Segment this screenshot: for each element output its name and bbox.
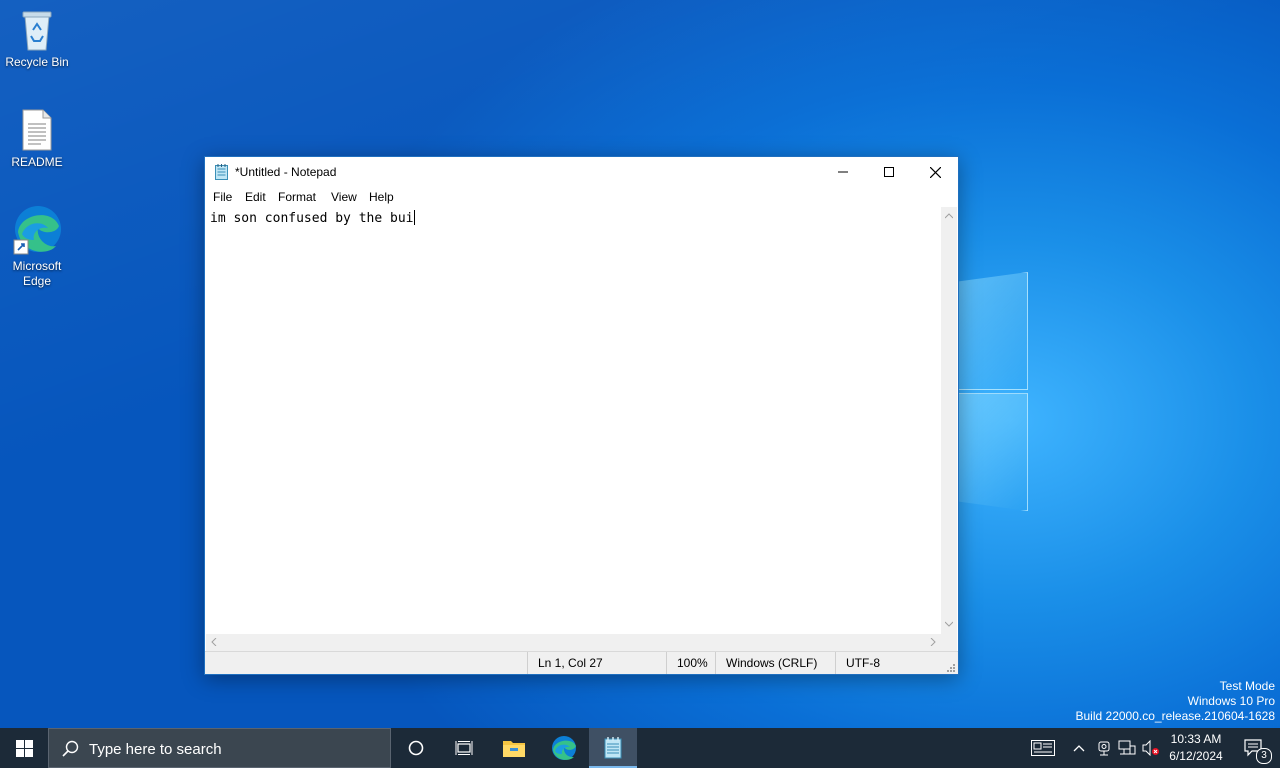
- chevron-up-icon: [1073, 745, 1085, 752]
- test-mode-watermark: Test Mode Windows 10 Pro Build 22000.co_…: [1076, 679, 1276, 724]
- clock-time: 10:33 AM: [1170, 732, 1222, 746]
- watermark-line-3: Build 22000.co_release.210604-1628: [1075, 709, 1276, 723]
- window-title: *Untitled - Notepad: [235, 165, 337, 179]
- scroll-up-arrow-icon[interactable]: [945, 213, 953, 219]
- notepad-taskbar-button[interactable]: [589, 728, 637, 768]
- close-button[interactable]: [912, 157, 958, 187]
- vertical-scrollbar[interactable]: [941, 207, 957, 634]
- status-bar: Ln 1, Col 27 100% Windows (CRLF) UTF-8: [205, 651, 958, 674]
- recycle-bin-icon: [22, 11, 52, 51]
- resize-grip-icon[interactable]: [945, 662, 955, 672]
- news-widget-button[interactable]: [1026, 728, 1060, 768]
- menu-help[interactable]: Help: [369, 190, 394, 204]
- menu-format[interactable]: Format: [278, 190, 316, 204]
- volume-muted-icon: [1142, 740, 1159, 756]
- search-placeholder: Type here to search: [89, 741, 222, 758]
- network-icon: [1118, 740, 1136, 755]
- taskbar-clock[interactable]: 10:33 AM 6/12/2024: [1164, 731, 1228, 765]
- show-hidden-icons-button[interactable]: [1068, 728, 1090, 768]
- minimize-button[interactable]: [820, 157, 866, 187]
- menu-edit[interactable]: Edit: [245, 190, 266, 204]
- scrollbar-corner: [941, 634, 957, 651]
- notepad-icon: [604, 737, 622, 759]
- search-icon: [62, 740, 79, 757]
- editor-content: im son confused by the bui: [210, 211, 414, 226]
- notification-count-badge: 3: [1256, 748, 1272, 764]
- scroll-down-arrow-icon[interactable]: [945, 621, 953, 627]
- news-icon: [1031, 740, 1055, 756]
- maximize-icon: [884, 167, 894, 177]
- notepad-window[interactable]: *Untitled - Notepad File Edit Format Vie…: [204, 156, 959, 675]
- watermark-line-2: Windows 10 Pro: [1187, 694, 1275, 708]
- maximize-button[interactable]: [866, 157, 912, 187]
- meet-now-button[interactable]: [1094, 728, 1114, 768]
- status-zoom: 100%: [666, 652, 717, 674]
- taskbar: Type here to search 10:33 AM 6/12/2024 3: [0, 728, 1280, 768]
- watermark-line-1: Test Mode: [1219, 679, 1275, 693]
- horizontal-scrollbar[interactable]: [206, 634, 941, 651]
- edge-icon: [552, 736, 576, 760]
- edge-taskbar-button[interactable]: [540, 728, 588, 768]
- cortana-icon: [408, 740, 424, 756]
- recycle-bin-label: Recycle Bin: [5, 55, 69, 69]
- windows-logo-pane-top: [958, 272, 1028, 390]
- scroll-left-arrow-icon[interactable]: [211, 638, 217, 646]
- status-line-ending: Windows (CRLF): [715, 652, 826, 674]
- status-encoding: UTF-8: [835, 652, 926, 674]
- taskbar-search-box[interactable]: Type here to search: [48, 728, 391, 768]
- title-bar[interactable]: *Untitled - Notepad: [205, 157, 958, 187]
- task-view-button[interactable]: [441, 728, 487, 768]
- edge-icon: [13, 206, 61, 255]
- clock-date: 6/12/2024: [1169, 749, 1223, 763]
- task-view-icon: [455, 741, 473, 755]
- desktop-icon-recycle-bin[interactable]: Recycle Bin: [0, 8, 74, 70]
- scroll-right-arrow-icon[interactable]: [930, 638, 936, 646]
- start-button[interactable]: [0, 728, 48, 768]
- desktop-icon-edge[interactable]: Microsoft Edge: [0, 204, 74, 289]
- status-cursor-position: Ln 1, Col 27: [527, 652, 666, 674]
- desktop-icon-readme[interactable]: README: [0, 108, 74, 170]
- cortana-button[interactable]: [393, 728, 439, 768]
- minimize-icon: [838, 171, 848, 173]
- windows-logo-pane-bottom: [958, 393, 1028, 511]
- notepad-icon: [215, 164, 228, 180]
- readme-label: README: [11, 155, 63, 169]
- file-explorer-taskbar-button[interactable]: [490, 728, 538, 768]
- windows-start-icon: [15, 739, 33, 757]
- menu-bar: File Edit Format View Help: [205, 187, 958, 207]
- text-editor-area[interactable]: im son confused by the bui: [206, 207, 941, 634]
- file-explorer-icon: [503, 741, 525, 757]
- text-caret: [413, 210, 415, 225]
- webcam-icon: [1098, 741, 1110, 756]
- volume-button[interactable]: [1140, 728, 1162, 768]
- network-button[interactable]: [1116, 728, 1138, 768]
- action-center-button[interactable]: 3: [1234, 728, 1274, 768]
- menu-file[interactable]: File: [213, 190, 232, 204]
- edge-label: Microsoft Edge: [12, 259, 62, 288]
- close-icon: [929, 166, 941, 178]
- menu-view[interactable]: View: [331, 190, 357, 204]
- text-file-icon: [22, 109, 52, 151]
